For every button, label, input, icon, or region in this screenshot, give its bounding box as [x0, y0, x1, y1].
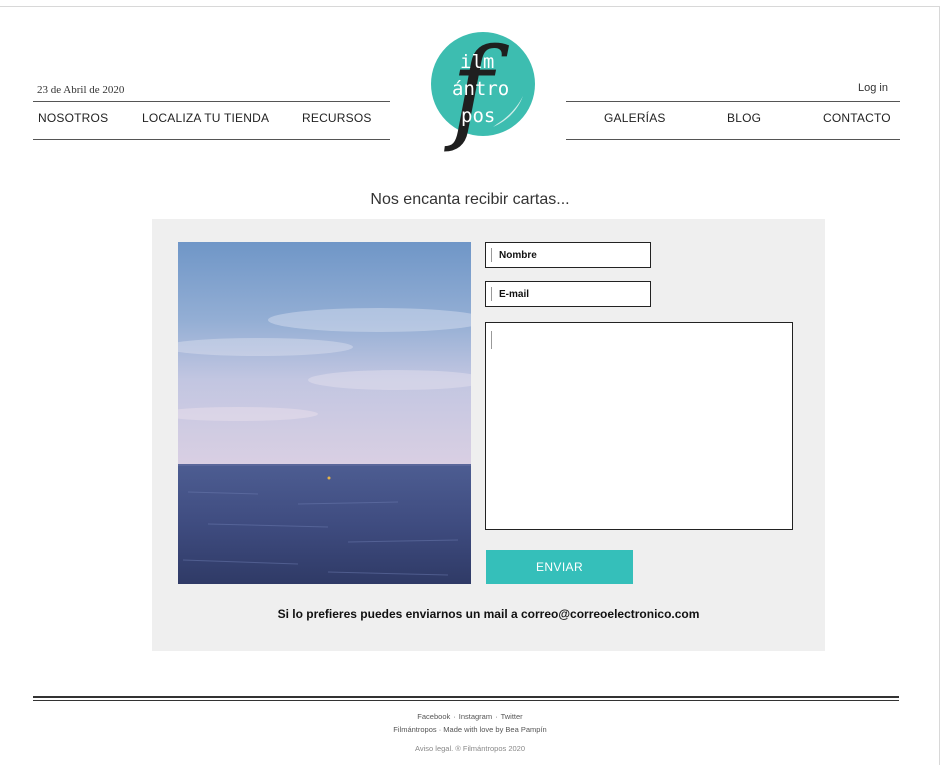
nav-localiza-tu-tienda[interactable]: LOCALIZA TU TIENDA: [142, 111, 269, 125]
nav-contacto[interactable]: CONTACTO: [823, 111, 891, 125]
sea-photo: [178, 242, 471, 584]
name-field-caret: [491, 248, 492, 262]
nav-nosotros[interactable]: NOSOTROS: [38, 111, 108, 125]
login-link[interactable]: Log in: [858, 82, 888, 94]
footer-separator: ·: [453, 712, 456, 721]
logo-line-3: pos: [461, 105, 495, 127]
mail-note: Si lo prefieres puedes enviarnos un mail…: [277, 607, 700, 621]
page-top-border: [0, 6, 940, 7]
footer-credit: Filmántropos · Made with love by Bea Pam…: [393, 725, 547, 734]
email-field-placeholder: E-mail: [499, 289, 530, 300]
email-field-caret: [491, 287, 492, 301]
message-caret: [491, 331, 492, 349]
instagram-link[interactable]: Instagram: [459, 712, 492, 721]
footer-social-links: Facebook · Instagram · Twitter: [0, 712, 940, 721]
logo-line-1: ilm: [460, 51, 494, 73]
footer-legal[interactable]: Aviso legal. ® Filmántropos 2020: [0, 744, 940, 753]
header-date: 23 de Abril de 2020: [37, 84, 125, 96]
header-divider-right-top: [566, 101, 900, 102]
message-textarea[interactable]: [485, 322, 793, 530]
send-button[interactable]: ENVIAR: [486, 550, 633, 584]
nav-blog[interactable]: BLOG: [727, 111, 761, 125]
nav-galerias[interactable]: GALERÍAS: [604, 111, 666, 125]
logo-line-2: ántro: [452, 78, 509, 100]
footer-divider-thick: [33, 696, 899, 698]
header-divider-left-top: [33, 101, 390, 102]
footer-divider-thin: [33, 700, 899, 701]
footer-separator: ·: [495, 712, 498, 721]
email-field[interactable]: E-mail: [485, 281, 651, 307]
nav-recursos[interactable]: RECURSOS: [302, 111, 372, 125]
facebook-link[interactable]: Facebook: [417, 712, 450, 721]
filmantropos-logo[interactable]: f ilm ántro pos: [405, 28, 540, 160]
name-field-placeholder: Nombre: [499, 250, 537, 261]
header-divider-left-bottom: [33, 139, 390, 140]
name-field[interactable]: Nombre: [485, 242, 651, 268]
twitter-link[interactable]: Twitter: [501, 712, 523, 721]
header-divider-right-bottom: [566, 139, 900, 140]
page-headline: Nos encanta recibir cartas...: [370, 191, 570, 208]
